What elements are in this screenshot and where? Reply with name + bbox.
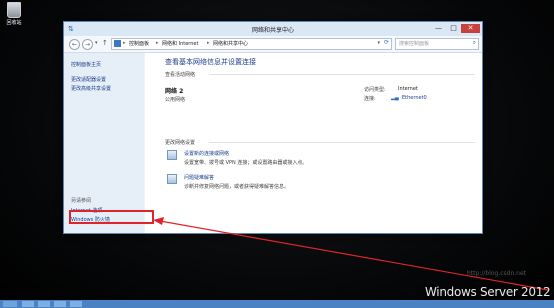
taskbar-app-icon[interactable] (54, 301, 66, 307)
start-button[interactable] (3, 301, 17, 307)
arrow-head (153, 217, 164, 225)
faint-watermark-text: http://blog.csdn.net (467, 270, 527, 277)
taskbar-app-icon[interactable] (22, 301, 34, 307)
taskbar-app-icon[interactable] (38, 301, 50, 307)
annotation-arrow (153, 217, 549, 291)
taskbar (0, 300, 554, 308)
os-watermark: Windows Server 2012 R (425, 285, 554, 299)
arrow-line (159, 220, 549, 291)
taskbar-app-icon[interactable] (70, 301, 82, 307)
